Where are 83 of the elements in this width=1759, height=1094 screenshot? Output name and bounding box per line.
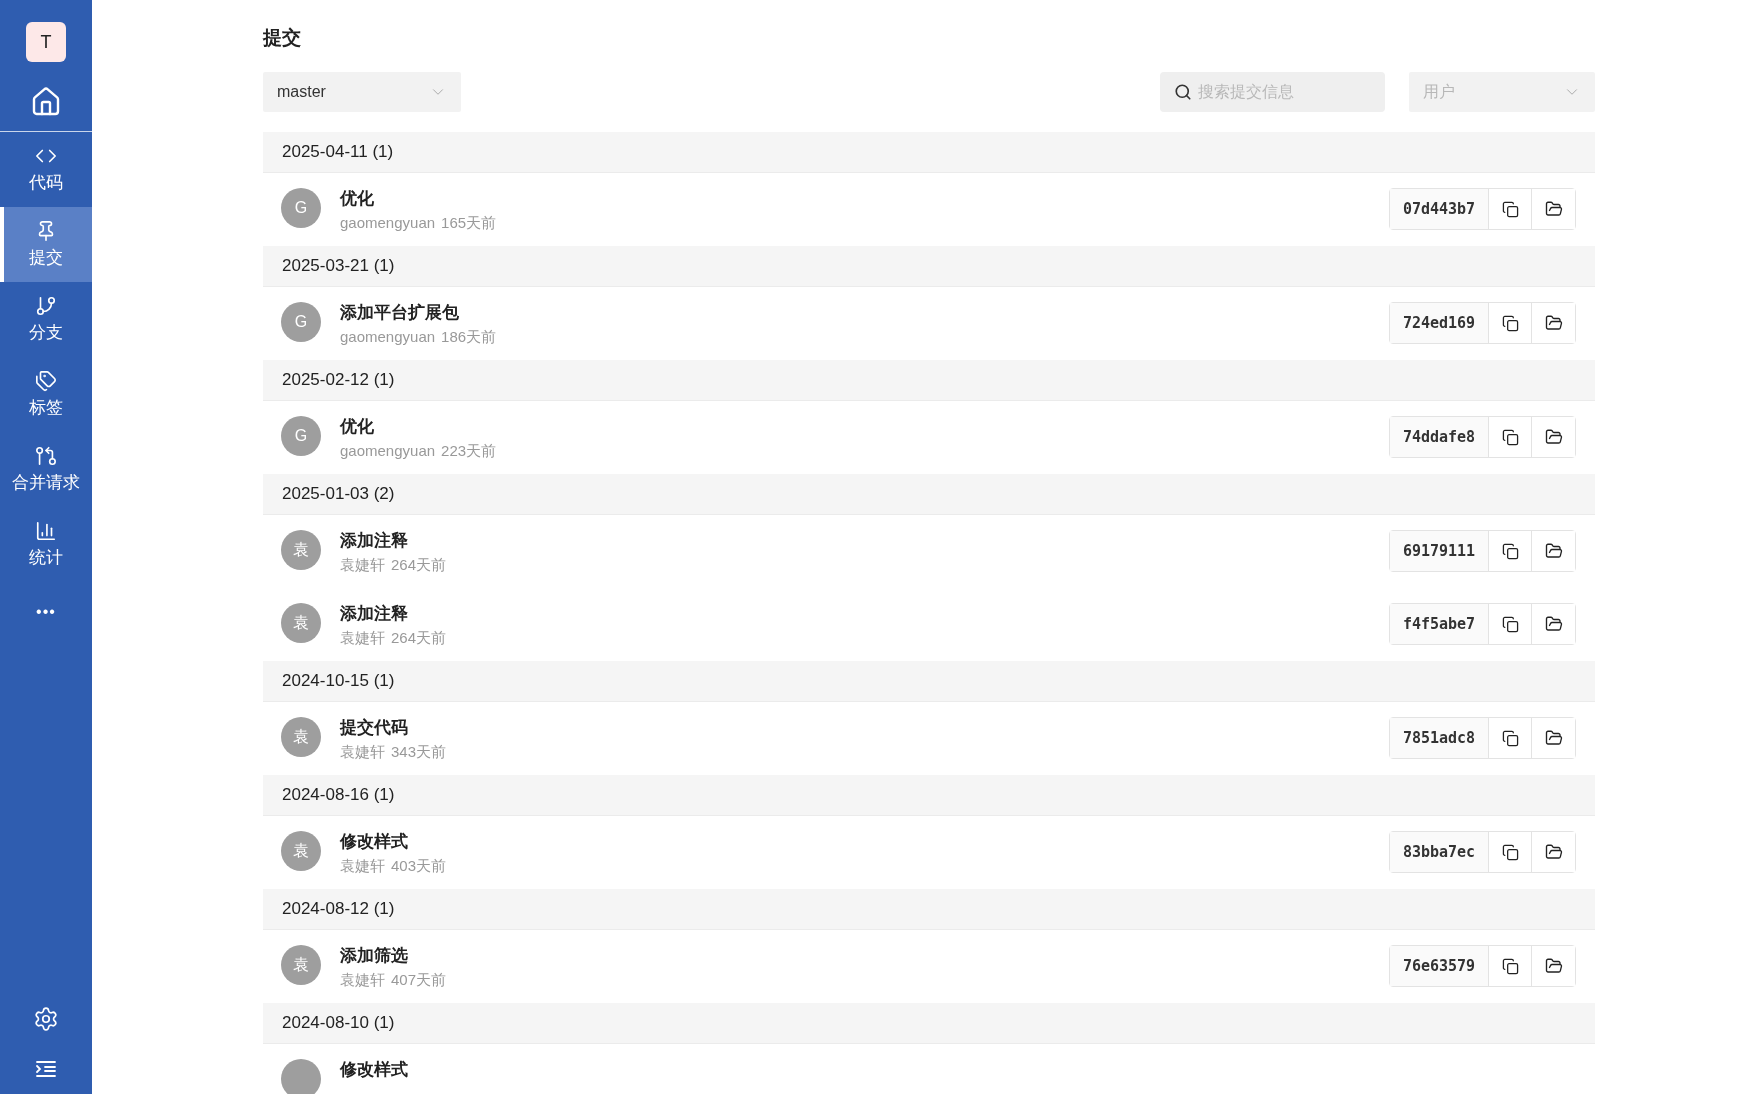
nav-item[interactable]: 分支 bbox=[0, 282, 92, 357]
commit-author: 袁婕轩 bbox=[340, 743, 385, 762]
commit-age: 343天前 bbox=[391, 743, 447, 762]
folder-icon bbox=[1544, 314, 1563, 332]
tag-icon bbox=[35, 370, 57, 392]
commit-message[interactable]: 添加注释 bbox=[340, 529, 1389, 552]
commit-hash-button[interactable]: 76e63579 bbox=[1390, 946, 1489, 986]
commit-message[interactable]: 修改样式 bbox=[340, 1058, 1576, 1081]
commit-age: 223天前 bbox=[441, 442, 497, 461]
copy-icon bbox=[1501, 542, 1519, 560]
user-avatar[interactable]: T bbox=[26, 22, 66, 62]
commit-message[interactable]: 提交代码 bbox=[340, 716, 1389, 739]
branch-select[interactable]: master bbox=[263, 72, 461, 112]
commit-age: 403天前 bbox=[391, 857, 447, 876]
copy-icon bbox=[1501, 615, 1519, 633]
commit-author: 袁婕轩 bbox=[340, 857, 385, 876]
commit-hash-button[interactable]: 83bba7ec bbox=[1390, 832, 1489, 872]
commit-author: 袁婕轩 bbox=[340, 556, 385, 575]
folder-icon bbox=[1544, 957, 1563, 975]
commit-hash-button[interactable]: 74ddafe8 bbox=[1390, 417, 1489, 457]
nav-item[interactable]: 统计 bbox=[0, 507, 92, 582]
home-icon bbox=[30, 85, 62, 118]
commit-hash-button[interactable]: 7851adc8 bbox=[1390, 718, 1489, 758]
copy-icon bbox=[1501, 200, 1519, 218]
commit-author: 袁婕轩 bbox=[340, 971, 385, 990]
author-avatar: 袁 bbox=[281, 717, 321, 757]
copy-icon bbox=[1501, 729, 1519, 747]
settings-icon bbox=[33, 1006, 59, 1032]
commit-age: 264天前 bbox=[391, 629, 447, 648]
commit-age: 186天前 bbox=[441, 328, 497, 347]
date-group-header: 2025-03-21 (1) bbox=[263, 246, 1595, 287]
commit-author: gaomengyuan bbox=[340, 214, 436, 233]
commit-author: gaomengyuan bbox=[340, 442, 436, 461]
nav-item[interactable]: 标签 bbox=[0, 357, 92, 432]
author-avatar: 袁 bbox=[281, 603, 321, 643]
folder-icon bbox=[1544, 200, 1563, 218]
copy-icon bbox=[1501, 428, 1519, 446]
folder-icon bbox=[1544, 428, 1563, 446]
date-group-header: 2025-04-11 (1) bbox=[263, 132, 1595, 173]
commit-age: 264天前 bbox=[391, 556, 447, 575]
search-icon bbox=[1174, 83, 1192, 101]
author-avatar bbox=[281, 1059, 321, 1094]
commit-message[interactable]: 添加筛选 bbox=[340, 944, 1389, 967]
date-group-header: 2024-08-16 (1) bbox=[263, 775, 1595, 816]
copy-icon bbox=[1501, 843, 1519, 861]
more-button[interactable]: ••• bbox=[0, 582, 92, 642]
author-avatar: 袁 bbox=[281, 945, 321, 985]
author-avatar: G bbox=[281, 188, 321, 228]
nav-item[interactable]: 提交 bbox=[0, 207, 92, 282]
page-title: 提交 bbox=[263, 26, 302, 50]
commit-hash-button[interactable]: 69179111 bbox=[1390, 531, 1489, 571]
commit-message[interactable]: 优化 bbox=[340, 187, 1389, 210]
date-group-header: 2024-10-15 (1) bbox=[263, 661, 1595, 702]
author-avatar: G bbox=[281, 302, 321, 342]
nav-item[interactable]: 代码 bbox=[0, 132, 92, 207]
commit-author: 袁婕轩 bbox=[340, 629, 385, 648]
date-group-header: 2024-08-12 (1) bbox=[263, 889, 1595, 930]
folder-icon bbox=[1544, 615, 1563, 633]
date-group-header: 2024-08-10 (1) bbox=[263, 1003, 1595, 1044]
commit-hash-button[interactable]: 724ed169 bbox=[1390, 303, 1489, 343]
copy-icon bbox=[1501, 957, 1519, 975]
author-avatar: 袁 bbox=[281, 530, 321, 570]
commit-hash-button[interactable]: 07d443b7 bbox=[1390, 189, 1489, 229]
commit-age: 407天前 bbox=[391, 971, 447, 990]
nav-item[interactable]: 合并请求 bbox=[0, 432, 92, 507]
folder-icon bbox=[1544, 729, 1563, 747]
commit-author: gaomengyuan bbox=[340, 328, 436, 347]
commit-age: 165天前 bbox=[441, 214, 497, 233]
copy-icon bbox=[1501, 314, 1519, 332]
branch-icon bbox=[35, 295, 57, 317]
date-group-header: 2025-01-03 (2) bbox=[263, 474, 1595, 515]
author-avatar: G bbox=[281, 416, 321, 456]
commit-message[interactable]: 修改样式 bbox=[340, 830, 1389, 853]
commit-message[interactable]: 添加平台扩展包 bbox=[340, 301, 1389, 324]
commit-message[interactable]: 优化 bbox=[340, 415, 1389, 438]
folder-icon bbox=[1544, 843, 1563, 861]
commit-message[interactable]: 添加注释 bbox=[340, 602, 1389, 625]
commit-hash-button[interactable]: f4f5abe7 bbox=[1390, 604, 1489, 644]
bar-chart-icon bbox=[35, 520, 57, 542]
folder-icon bbox=[1544, 542, 1563, 560]
merge-request-icon bbox=[35, 445, 57, 467]
author-avatar: 袁 bbox=[281, 831, 321, 871]
date-group-header: 2025-02-12 (1) bbox=[263, 360, 1595, 401]
